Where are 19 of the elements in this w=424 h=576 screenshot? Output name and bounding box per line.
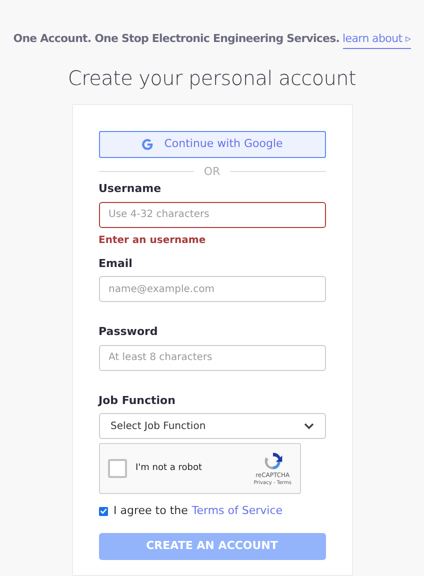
page-heading: Create your personal account <box>68 64 356 92</box>
agree-checkbox[interactable] <box>98 506 108 516</box>
field-label: Email <box>98 256 134 272</box>
learn-about-link[interactable]: learn about ▹ <box>342 31 411 48</box>
field-label: Job Function <box>98 392 176 408</box>
google-icon <box>141 138 154 150</box>
terms-link[interactable]: Terms of Service <box>192 503 283 520</box>
job-function-select[interactable]: Select Job Function <box>98 413 326 439</box>
field-label: Username <box>98 181 162 197</box>
or-divider-text: OR <box>202 164 222 180</box>
captcha-label: I'm not a robot <box>136 462 203 475</box>
text-field[interactable]: Use 4-32 characters <box>98 202 326 228</box>
chevron-down-icon <box>304 422 314 430</box>
field-label: Password <box>98 324 159 340</box>
agree-text: I agree to the <box>114 503 188 519</box>
google-button[interactable]: Continue with Google <box>98 130 326 158</box>
captcha-checkbox[interactable] <box>108 459 126 478</box>
error-message: Enter an username <box>98 234 207 248</box>
tagline: One Account. One Stop Electronic Engineering Services. <box>13 31 340 47</box>
